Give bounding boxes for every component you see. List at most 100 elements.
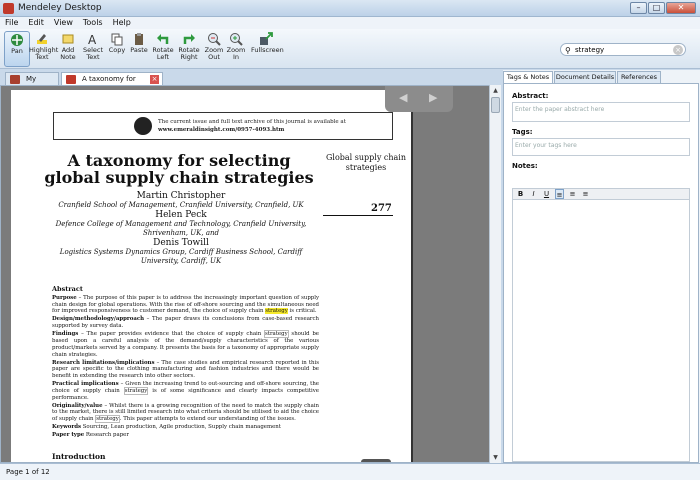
fullscreen-icon bbox=[260, 32, 273, 45]
author-affiliation: Defence College of Management and Techno… bbox=[55, 220, 307, 237]
rotate-left-button[interactable]: Rotate Left bbox=[150, 31, 176, 67]
svg-text:A: A bbox=[88, 33, 97, 46]
document-tab-bar: My Library A taxonomy for selecti... × bbox=[0, 70, 502, 95]
select-text-button[interactable]: A Select Text bbox=[80, 31, 106, 67]
page-number: 277 bbox=[371, 203, 392, 214]
journal-notice-text: The current issue and full text archive … bbox=[158, 119, 346, 125]
page-nav: ◀ ▶ bbox=[385, 86, 453, 112]
menu-view[interactable]: View bbox=[49, 17, 78, 29]
text-select-icon: A bbox=[88, 33, 97, 46]
journal-notice-box: The current issue and full text archive … bbox=[53, 112, 393, 140]
page-count: Page 1 of 12 bbox=[6, 468, 50, 476]
search-match[interactable]: strategy bbox=[95, 415, 120, 424]
tab-references[interactable]: References bbox=[617, 71, 661, 83]
fullscreen-button[interactable]: Fullscreen bbox=[251, 31, 284, 67]
author-affiliation: Cranfield School of Management, Cranfiel… bbox=[58, 201, 304, 209]
italic-button[interactable]: I bbox=[529, 189, 538, 199]
author-affiliation: Logistics Systems Dynamics Group, Cardif… bbox=[59, 248, 303, 265]
pdf-viewer[interactable]: The current issue and full text archive … bbox=[0, 85, 500, 463]
close-tab-icon[interactable]: × bbox=[150, 75, 159, 84]
search-icon: ⚲ bbox=[565, 46, 571, 55]
keywords: Keywords Sourcing, Lean production, Agil… bbox=[52, 424, 281, 431]
search-highlight[interactable]: strategy bbox=[265, 308, 288, 315]
abstract-field[interactable]: Enter the paper abstract here bbox=[512, 102, 690, 122]
abstract-heading: Abstract bbox=[52, 285, 83, 293]
zoom-in-button[interactable]: Zoom In bbox=[223, 31, 249, 67]
maximize-button[interactable]: □ bbox=[648, 2, 665, 14]
pdf-page: The current issue and full text archive … bbox=[11, 90, 413, 462]
pan-icon bbox=[11, 34, 23, 46]
clear-search-icon[interactable]: × bbox=[673, 45, 683, 55]
menu-file[interactable]: File bbox=[0, 17, 23, 29]
tab-tags-notes[interactable]: Tags & Notes bbox=[503, 71, 553, 83]
paper-title: A taxonomy for selecting global supply c… bbox=[44, 151, 314, 187]
prev-page-icon[interactable]: ◀ bbox=[399, 91, 407, 104]
rotate-right-icon bbox=[183, 34, 195, 44]
abstract-purpose: Purpose – The purpose of this paper is t… bbox=[52, 294, 319, 315]
divider bbox=[323, 215, 393, 216]
tab-my-library[interactable]: My Library bbox=[5, 72, 59, 95]
notes-format-bar: B I U ≡ ≡ ≡ bbox=[512, 188, 690, 200]
paper-type: Paper type Research paper bbox=[52, 432, 129, 439]
close-button[interactable]: ✕ bbox=[666, 2, 696, 14]
align-right-icon[interactable]: ≡ bbox=[581, 189, 590, 199]
rotate-left-icon bbox=[157, 34, 169, 44]
scroll-up-icon[interactable]: ▲ bbox=[490, 85, 501, 96]
vertical-scrollbar[interactable]: ▲ ▼ bbox=[489, 85, 501, 463]
pdf-icon bbox=[66, 75, 76, 84]
rotate-right-button[interactable]: Rotate Right bbox=[176, 31, 202, 67]
author-name: Helen Peck bbox=[155, 210, 207, 220]
menu-bar: File Edit View Tools Help bbox=[0, 17, 700, 29]
align-left-icon[interactable]: ≡ bbox=[555, 189, 564, 199]
introduction-heading: Introduction bbox=[52, 452, 106, 461]
scroll-down-icon[interactable]: ▼ bbox=[490, 452, 501, 463]
window-title: Mendeley Desktop bbox=[18, 3, 102, 13]
abstract-practical: Practical implications – Given the incre… bbox=[52, 381, 319, 401]
highlighter-icon bbox=[37, 34, 47, 44]
paste-icon bbox=[135, 33, 143, 45]
search-input[interactable] bbox=[575, 45, 671, 55]
paste-button[interactable]: Paste bbox=[126, 31, 152, 67]
search-match[interactable]: strategy bbox=[123, 386, 149, 395]
zoom-out-icon bbox=[208, 33, 221, 46]
status-bar: Page 1 of 12 bbox=[0, 463, 700, 480]
library-icon bbox=[10, 75, 20, 84]
abstract-originality: Originality/value – Whilst there is a gr… bbox=[52, 402, 319, 424]
menu-edit[interactable]: Edit bbox=[23, 17, 49, 29]
next-page-icon[interactable]: ▶ bbox=[429, 91, 437, 104]
search-box[interactable]: ⚲ × bbox=[560, 43, 686, 56]
copy-icon bbox=[111, 33, 123, 46]
authors-block: Martin Christopher Cranfield School of M… bbox=[51, 191, 311, 266]
tab-document[interactable]: A taxonomy for selecti... × bbox=[61, 72, 163, 95]
abstract-design: Design/methodology/approach – The paper … bbox=[52, 316, 319, 330]
tags-field[interactable]: Enter your tags here bbox=[512, 138, 690, 156]
mendeley-logo-icon bbox=[3, 3, 14, 14]
title-bar: Mendeley Desktop – □ ✕ bbox=[0, 0, 700, 17]
abstract-limitations: Research limitations/implications – The … bbox=[52, 359, 319, 380]
scroll-thumb[interactable] bbox=[491, 97, 500, 113]
tab-document-details[interactable]: Document Details bbox=[554, 71, 616, 83]
author-name: Denis Towill bbox=[153, 238, 209, 248]
note-icon bbox=[62, 34, 74, 44]
bold-button[interactable]: B bbox=[516, 189, 525, 199]
underline-button[interactable]: U bbox=[542, 189, 551, 199]
add-note-button[interactable]: Add Note bbox=[55, 31, 81, 67]
abstract-findings: Findings – The paper provides evidence t… bbox=[52, 330, 319, 358]
tags-label: Tags: bbox=[512, 128, 533, 136]
pan-button[interactable]: Pan bbox=[4, 31, 30, 67]
zoom-in-icon bbox=[230, 33, 243, 46]
notes-editor[interactable] bbox=[512, 200, 690, 462]
highlight-text-button[interactable]: Highlight Text bbox=[29, 31, 58, 67]
minimize-button[interactable]: – bbox=[630, 2, 647, 14]
journal-url: www.emeraldinsight.com/0957-4093.htm bbox=[158, 127, 285, 133]
menu-tools[interactable]: Tools bbox=[78, 17, 108, 29]
menu-help[interactable]: Help bbox=[108, 17, 136, 29]
abstract-label: Abstract: bbox=[512, 92, 549, 100]
emerald-logo-icon bbox=[134, 117, 152, 135]
align-center-icon[interactable]: ≡ bbox=[568, 189, 577, 199]
toolbar: Pan Highlight Text Add Note A Select Tex… bbox=[0, 29, 700, 69]
author-name: Martin Christopher bbox=[136, 191, 226, 201]
journal-side-title: Global supply chain strategies bbox=[326, 153, 406, 172]
notes-label: Notes: bbox=[512, 162, 538, 170]
search-match[interactable]: strategy bbox=[264, 330, 289, 339]
